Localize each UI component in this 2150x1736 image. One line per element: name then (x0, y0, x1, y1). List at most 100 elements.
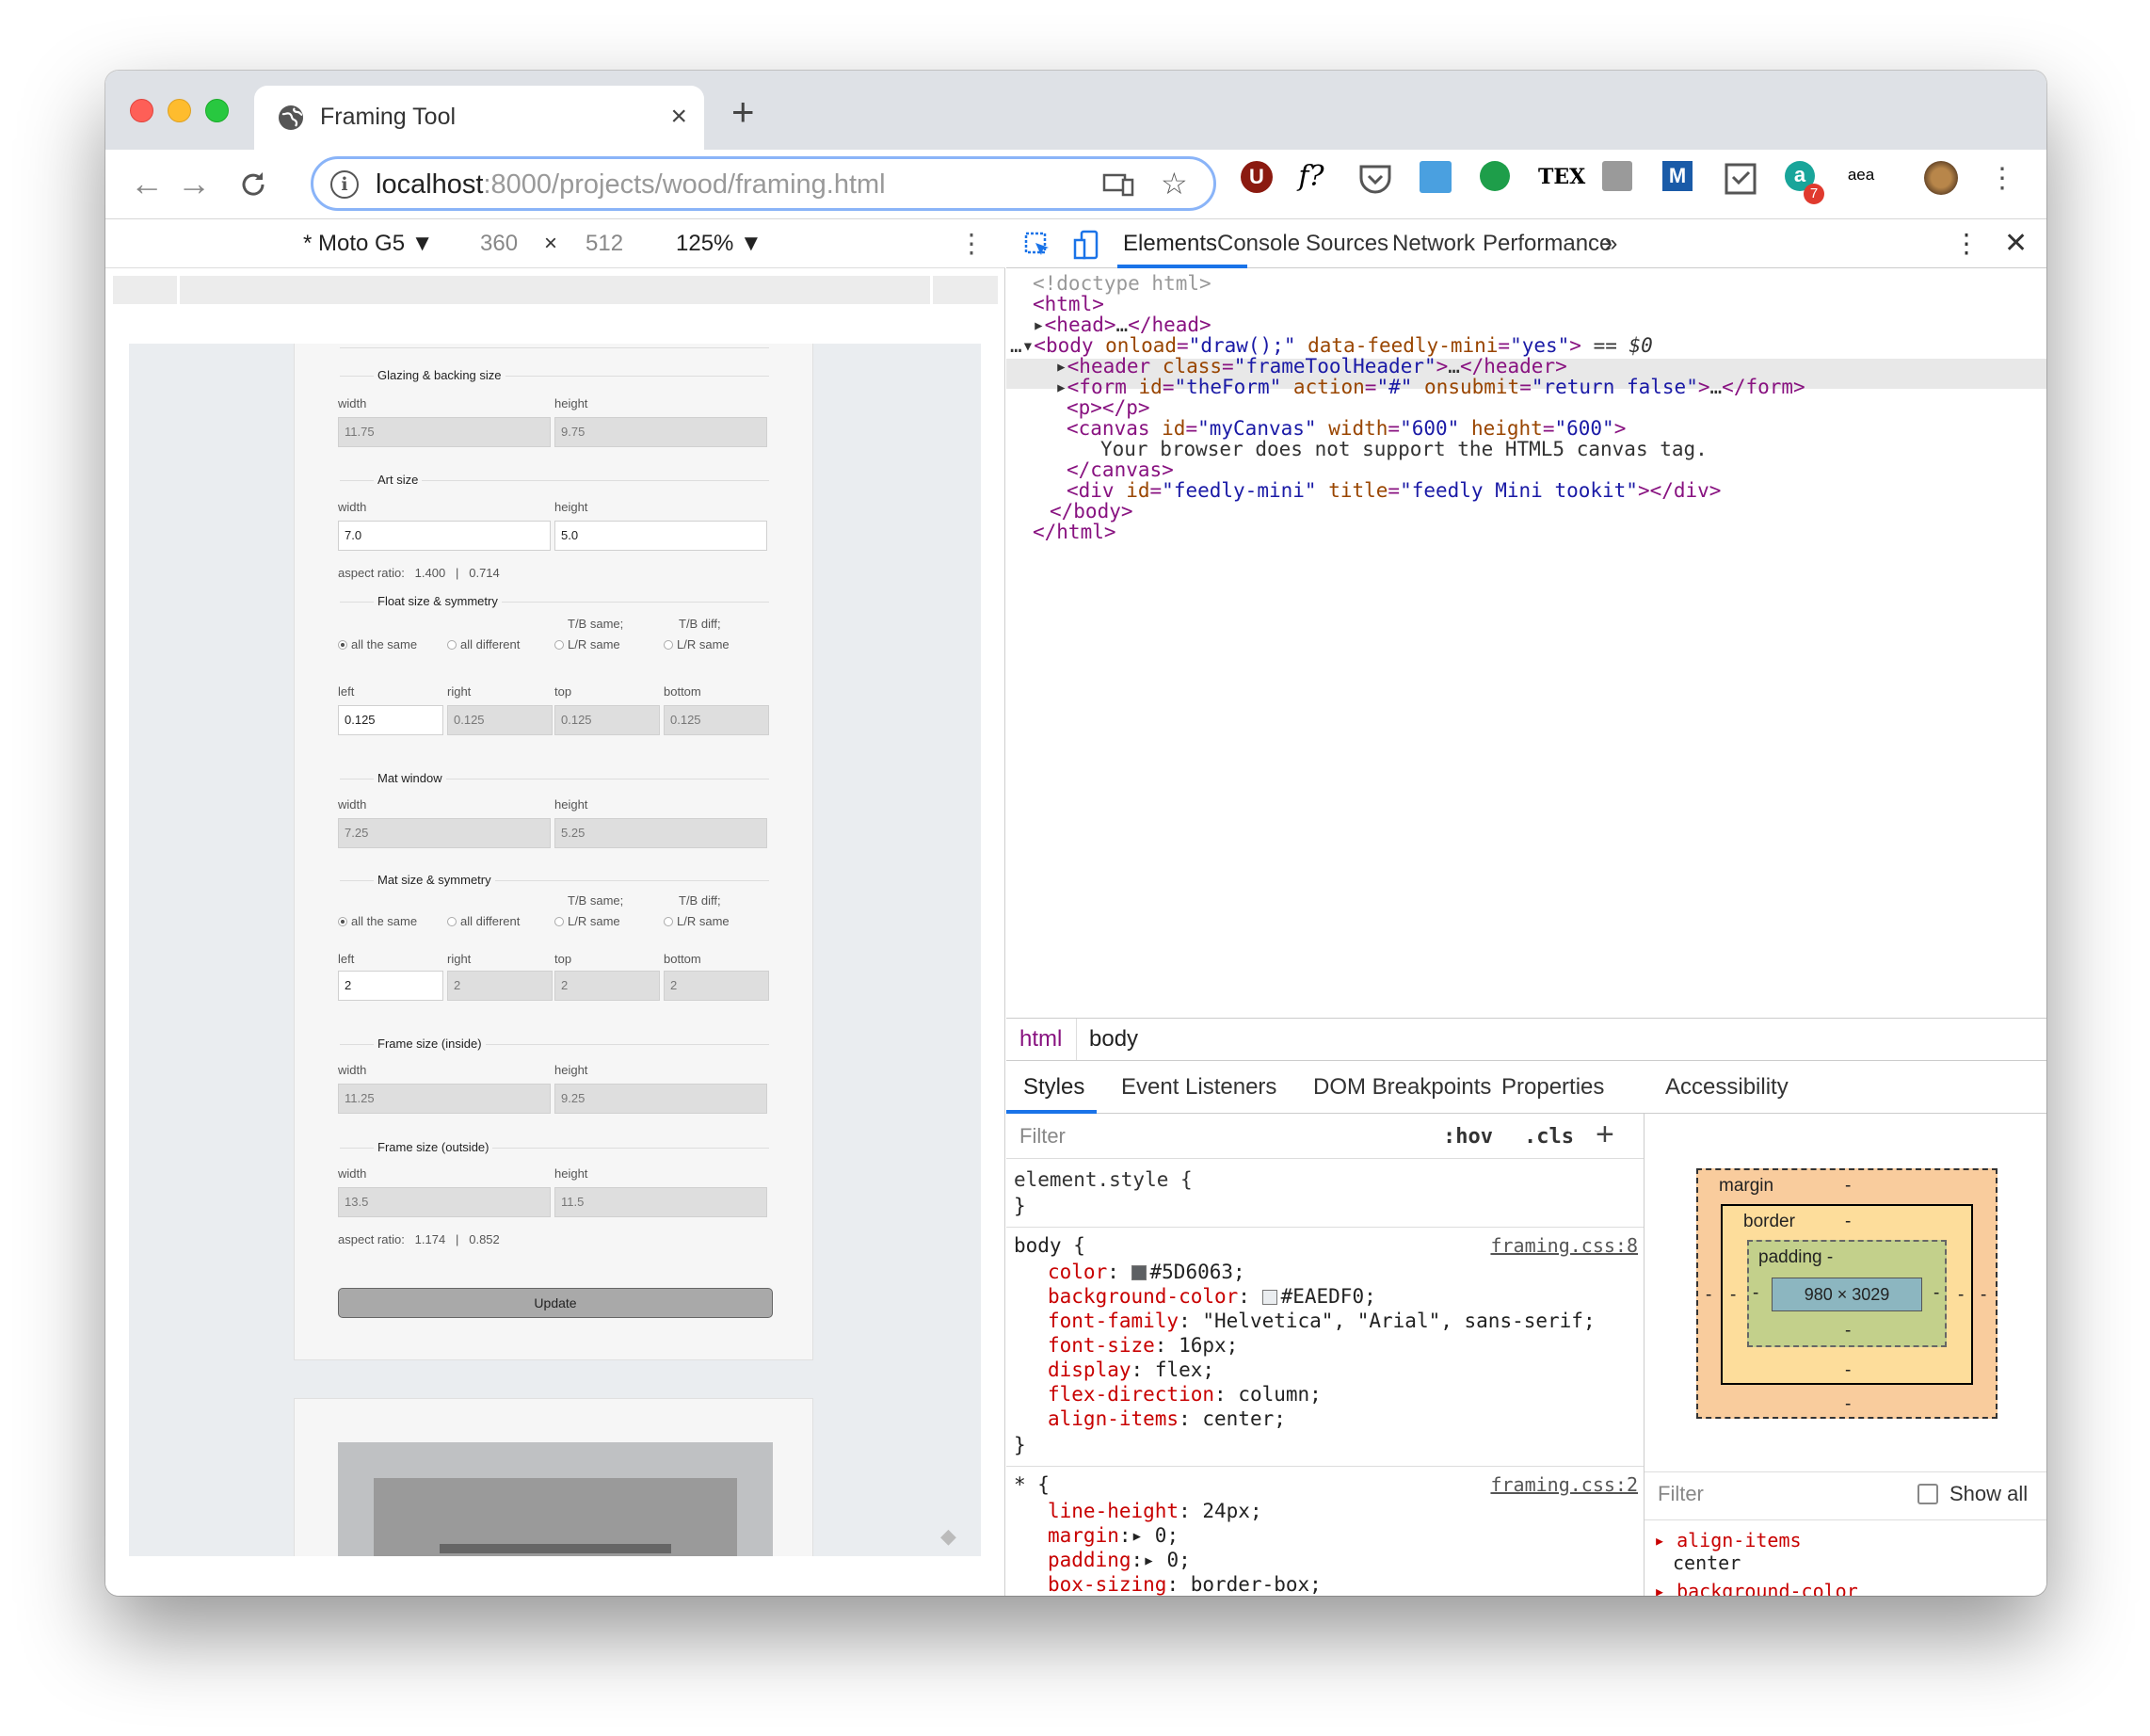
prop-line-height[interactable]: line-height: 24px; (1048, 1498, 1262, 1524)
prop-font-size[interactable]: font-size: 16px; (1048, 1332, 1238, 1358)
zoom-select[interactable]: 125% ▼ (676, 232, 762, 256)
mat-top-field[interactable]: 2 (554, 971, 660, 1001)
computed-filter-input[interactable]: Filter (1658, 1482, 1704, 1506)
body-selector[interactable]: body { (1014, 1232, 1085, 1259)
prop-align-items[interactable]: align-items: center; (1048, 1406, 1286, 1432)
prop-margin[interactable]: margin:▸ 0; (1048, 1522, 1179, 1549)
tab-elements[interactable]: Elements (1123, 231, 1217, 257)
update-button[interactable]: Update (338, 1288, 773, 1318)
inbox-check-icon[interactable] (1723, 161, 1758, 197)
box-model-border[interactable]: border - - - - padding - - - - 980 × 302… (1721, 1204, 1973, 1385)
tab-sources[interactable]: Sources (1306, 231, 1388, 257)
art-width-input[interactable]: 7.0 (338, 521, 551, 551)
font-extension-icon[interactable]: f? (1293, 159, 1329, 195)
new-rule-button[interactable]: + (1596, 1117, 1614, 1151)
url-text[interactable]: localhost:8000/projects/wood/framing.htm… (376, 169, 886, 201)
glazing-height-field[interactable]: 9.75 (554, 417, 767, 447)
styles-filter-input[interactable]: Filter (1019, 1125, 1066, 1148)
devtools-menu-icon[interactable]: ⋮ (1953, 231, 1980, 257)
frame-inside-height-field[interactable]: 9.25 (554, 1084, 767, 1114)
mat-radio-all-same[interactable]: all the same (338, 914, 417, 929)
chat-extension-icon[interactable] (1480, 161, 1510, 191)
box-model-content[interactable]: 980 × 3029 (1772, 1278, 1922, 1311)
m-extension-icon[interactable]: M (1662, 161, 1693, 191)
close-window-button[interactable] (130, 99, 153, 122)
close-devtools-icon[interactable]: ✕ (2004, 230, 2028, 258)
prop-display[interactable]: display: flex; (1048, 1357, 1214, 1383)
more-tabs-button[interactable]: » (1605, 231, 1617, 257)
float-bottom-field[interactable]: 0.125 (664, 705, 769, 735)
crumb-body[interactable]: body (1089, 1019, 1138, 1060)
device-height[interactable]: 512 (586, 232, 623, 256)
dom-canvas-text[interactable]: Your browser does not support the HTML5 … (1100, 434, 1708, 464)
tex-extension-icon[interactable]: TEX (1538, 159, 1585, 195)
crumb-html[interactable]: html (1019, 1019, 1062, 1060)
device-menu-icon[interactable]: ⋮ (958, 231, 985, 257)
device-select[interactable]: * Moto G5 ▼ (303, 232, 433, 256)
art-height-input[interactable]: 5.0 (554, 521, 767, 551)
float-right-field[interactable]: 0.125 (447, 705, 553, 735)
box-model-padding[interactable]: padding - - - - 980 × 3029 (1747, 1240, 1947, 1347)
float-left-input[interactable]: 0.125 (338, 705, 443, 735)
cls-toggle[interactable]: .cls (1524, 1125, 1574, 1149)
prop-padding[interactable]: padding:▸ 0; (1048, 1547, 1191, 1573)
dom-html-close[interactable]: </html> (1033, 517, 1116, 547)
mat-right-field[interactable]: 2 (447, 971, 553, 1001)
browser-menu-icon[interactable]: ⋮ (1984, 161, 2020, 197)
back-icon[interactable]: ← (130, 163, 164, 204)
cast-icon[interactable] (1102, 172, 1134, 197)
forward-icon[interactable]: → (177, 163, 211, 204)
subtab-dom-breakpoints[interactable]: DOM Breakpoints (1313, 1074, 1491, 1101)
subtab-accessibility[interactable]: Accessibility (1665, 1074, 1789, 1101)
tineye-extension-icon[interactable] (1602, 161, 1632, 191)
close-tab-icon[interactable]: × (670, 101, 687, 133)
glazing-width-field[interactable]: 11.75 (338, 417, 551, 447)
box-model-margin[interactable]: margin - - - - border - - - - padding - … (1696, 1168, 1998, 1419)
media-query-ruler[interactable] (113, 276, 998, 304)
resize-handle-icon[interactable]: ◆ (940, 1524, 956, 1549)
info-icon[interactable]: i (330, 170, 359, 199)
mat-radio-all-different[interactable]: all different (447, 914, 520, 929)
computed-background-color[interactable]: ▸ background-color (1654, 1580, 1858, 1596)
address-bar[interactable]: i localhost:8000/projects/wood/framing.h… (311, 156, 1216, 211)
new-tab-button[interactable]: + (731, 92, 755, 132)
frame-outside-width-field[interactable]: 13.5 (338, 1187, 551, 1217)
mat-left-input[interactable]: 2 (338, 971, 443, 1001)
prop-flex-direction[interactable]: flex-direction: column; (1048, 1381, 1322, 1407)
minimize-window-button[interactable] (168, 99, 191, 122)
mat-radio-tb-same[interactable]: L/R same (554, 914, 620, 929)
body-rule-source-link[interactable]: framing.css:8 (1490, 1232, 1638, 1259)
hov-toggle[interactable]: :hov (1443, 1125, 1493, 1149)
show-all-checkbox[interactable] (1917, 1484, 1938, 1504)
float-radio-tb-diff[interactable]: L/R same (664, 637, 730, 652)
float-radio-all-different[interactable]: all different (447, 637, 520, 652)
prop-box-sizing[interactable]: box-sizing: border-box; (1048, 1571, 1322, 1596)
star-rule-source-link[interactable]: framing.css:2 (1490, 1471, 1638, 1498)
element-style-rule[interactable]: element.style { (1014, 1166, 1193, 1193)
frame-inside-width-field[interactable]: 11.25 (338, 1084, 551, 1114)
tab-network[interactable]: Network (1392, 231, 1475, 257)
prop-color[interactable]: color: #5D6063; (1048, 1259, 1245, 1285)
tab-framing-tool[interactable]: Framing Tool × (254, 86, 704, 150)
float-radio-all-same[interactable]: all the same (338, 637, 417, 652)
star-selector[interactable]: * { (1014, 1471, 1050, 1498)
subtab-event-listeners[interactable]: Event Listeners (1121, 1074, 1276, 1101)
prop-font-family[interactable]: font-family: "Helvetica", "Arial", sans-… (1048, 1308, 1596, 1334)
mat-bottom-field[interactable]: 2 (664, 971, 769, 1001)
mat-window-height-field[interactable]: 5.25 (554, 818, 767, 848)
computed-align-items[interactable]: ▸ align-items (1654, 1529, 1802, 1551)
profile-avatar[interactable] (1924, 161, 1958, 195)
float-top-field[interactable]: 0.125 (554, 705, 660, 735)
dom-form[interactable]: ▸<form id="theForm" action="#" onsubmit=… (1055, 372, 1805, 402)
frame-outside-height-field[interactable]: 11.5 (554, 1187, 767, 1217)
mat-radio-tb-diff[interactable]: L/R same (664, 914, 730, 929)
prop-background-color[interactable]: background-color: #EAEDF0; (1048, 1283, 1376, 1310)
reload-icon[interactable] (237, 169, 269, 201)
maximize-window-button[interactable] (205, 99, 229, 122)
device-width[interactable]: 360 (480, 232, 518, 256)
inspect-element-icon[interactable] (1023, 231, 1051, 259)
mat-window-width-field[interactable]: 7.25 (338, 818, 551, 848)
subtab-styles[interactable]: Styles (1023, 1074, 1084, 1101)
ublock-extension-icon[interactable]: U (1241, 161, 1273, 193)
window-extension-icon[interactable] (1420, 161, 1452, 193)
